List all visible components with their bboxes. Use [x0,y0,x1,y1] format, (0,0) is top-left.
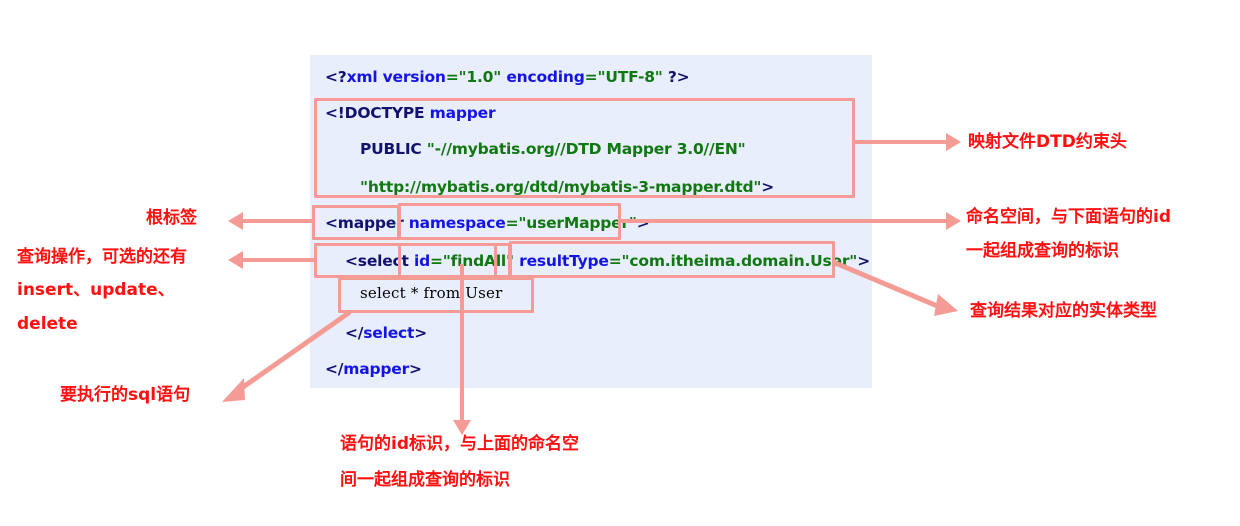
annotation-result-type: 查询结果对应的实体类型 [970,301,1157,321]
annotation-dtd-header: 映射文件DTD约束头 [968,132,1127,152]
annotation-id-line2: 间一起组成查询的标识 [340,470,510,490]
annotation-id-line1: 语句的id标识，与上面的命名空 [340,434,579,454]
annotation-sql-to-run: 要执行的sql语句 [60,385,191,405]
annotation-query-op-line3: delete [17,314,78,334]
connector-line-id [460,264,464,424]
annotation-query-op-line2: insert、update、 [17,280,175,300]
annotation-root-tag: 根标签 [146,208,197,228]
annotation-namespace-line1: 命名空间，与下面语句的id [966,207,1171,227]
annotation-query-op-line1: 查询操作，可选的还有 [17,247,187,267]
annotation-namespace-line2: 一起组成查询的标识 [966,241,1119,261]
